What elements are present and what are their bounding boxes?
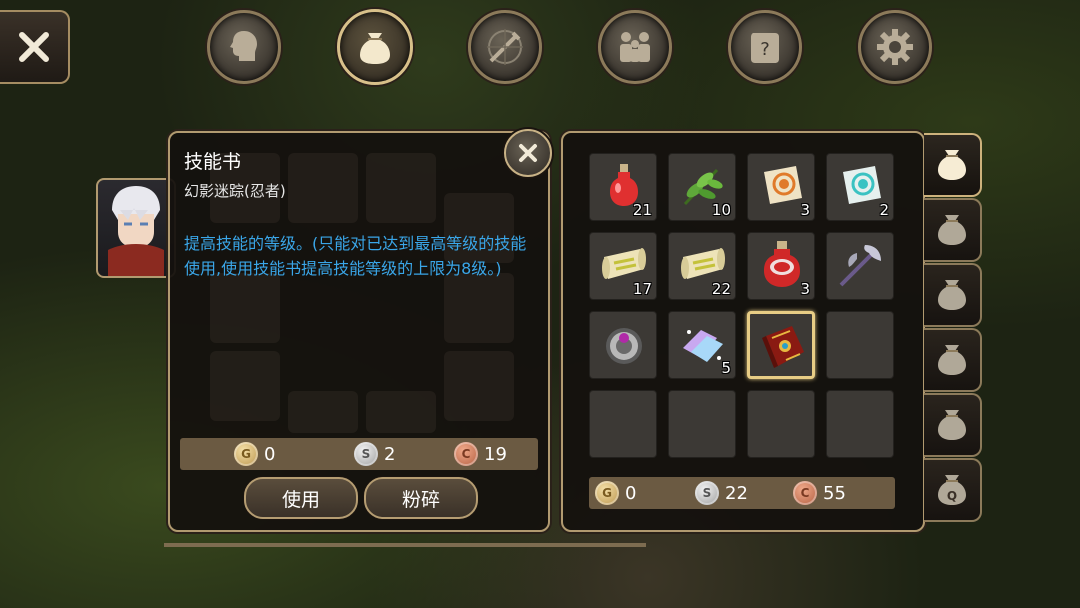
- ninja-avatar-icon: [108, 186, 164, 276]
- tab-settings[interactable]: [858, 10, 932, 84]
- item-quantity: 3: [800, 201, 810, 219]
- quest-bag-icon: Q: [938, 475, 966, 505]
- copper-amount: C 55: [793, 481, 846, 505]
- battle-axe-icon: [839, 245, 881, 287]
- head-profile-icon: [230, 31, 257, 61]
- gold-coin-icon: G: [234, 442, 258, 466]
- bag-tab-6[interactable]: Q: [924, 458, 982, 522]
- silver-value: 2: [384, 443, 396, 465]
- bag-tab-5[interactable]: [924, 393, 982, 457]
- bag-tab-1[interactable]: [924, 133, 982, 197]
- quest-scroll-icon: ?: [751, 33, 779, 63]
- gear-icon: [877, 29, 913, 65]
- tab-equipment[interactable]: [468, 10, 542, 84]
- gold-value: 0: [264, 443, 276, 465]
- item-quantity: 10: [711, 201, 731, 219]
- inventory-slot-yellow-scroll[interactable]: 17: [589, 232, 657, 300]
- item-name: 技能书: [184, 151, 242, 173]
- equipment-slot-ghost: [210, 351, 280, 421]
- inventory-slot-large-red-potion[interactable]: 3: [747, 232, 815, 300]
- inventory-slot-empty[interactable]: [668, 390, 736, 458]
- gold-amount: G 0: [180, 442, 354, 466]
- copper-value: 55: [823, 482, 846, 504]
- crush-button[interactable]: 粉碎: [364, 477, 478, 519]
- silver-amount: S 2: [354, 442, 454, 466]
- equipment-slot-ghost: [288, 153, 358, 223]
- bag-icon: [938, 150, 966, 180]
- inventory-money-bar: G 0 S 22 C 55: [589, 477, 895, 509]
- equipment-slot-ghost: [366, 153, 436, 223]
- inventory-panel: 21 10 3 2 17 22 3 5 G 0 S 22 C 55: [561, 131, 925, 532]
- item-skill-name: 幻影迷踪(忍者): [184, 182, 286, 200]
- silver-coin-icon: S: [354, 442, 378, 466]
- bag-tab-4[interactable]: [924, 328, 982, 392]
- skill-book-icon: [762, 326, 804, 368]
- item-detail-panel: 技能书 幻影迷踪(忍者) 提高技能的等级。(只能对已达到最高等级的技能使用,使用…: [168, 131, 550, 532]
- inventory-slot-empty[interactable]: [826, 390, 894, 458]
- inventory-slot-skill-book[interactable]: [747, 311, 815, 379]
- gold-value: 0: [625, 482, 637, 504]
- close-icon: [519, 144, 537, 162]
- equipment-slot-ghost: [210, 273, 280, 343]
- item-quantity: 2: [879, 201, 889, 219]
- bottom-divider: [164, 543, 646, 547]
- character-portrait[interactable]: [96, 178, 176, 278]
- quest-bag-label: Q: [947, 489, 957, 503]
- detail-close-button[interactable]: [504, 129, 552, 177]
- equipment-slot-ghost: [444, 351, 514, 421]
- copper-coin-icon: C: [454, 442, 478, 466]
- inventory-slot-blue-map-scroll[interactable]: 2: [826, 153, 894, 221]
- equipment-slot-ghost: [444, 273, 514, 343]
- gold-amount: G 0: [589, 481, 695, 505]
- bag-icon: [360, 33, 390, 64]
- tab-bag[interactable]: [337, 9, 413, 85]
- compass-sword-icon: [487, 29, 523, 65]
- purple-gem-ring-icon: [606, 328, 642, 364]
- inventory-slot-purple-gem-ring[interactable]: [589, 311, 657, 379]
- inventory-slot-red-potion[interactable]: 21: [589, 153, 657, 221]
- tab-quest[interactable]: ?: [728, 10, 802, 84]
- inventory-slot-empty[interactable]: [589, 390, 657, 458]
- inventory-slot-orange-map-scroll[interactable]: 3: [747, 153, 815, 221]
- tab-character[interactable]: [207, 10, 281, 84]
- item-quantity: 22: [711, 280, 731, 298]
- item-description: 提高技能的等级。(只能对已达到最高等级的技能使用,使用技能书提高技能等级的上限为…: [184, 234, 527, 278]
- close-button[interactable]: [0, 10, 70, 84]
- silver-amount: S 22: [695, 481, 793, 505]
- item-quantity: 17: [632, 280, 652, 298]
- inventory-slot-empty[interactable]: [747, 390, 815, 458]
- bag-tab-2[interactable]: [924, 198, 982, 262]
- equipment-slot-ghost: [366, 391, 436, 433]
- copper-coin-icon: C: [793, 481, 817, 505]
- tab-party[interactable]: [598, 10, 672, 84]
- inventory-slot-green-herb[interactable]: 10: [668, 153, 736, 221]
- silver-coin-icon: S: [695, 481, 719, 505]
- bag-icon: [938, 280, 966, 310]
- bag-tab-3[interactable]: [924, 263, 982, 327]
- people-icon: [620, 32, 650, 62]
- inventory-slot-battle-axe[interactable]: [826, 232, 894, 300]
- item-quantity: 21: [632, 201, 652, 219]
- item-price-bar: G 0 S 2 C 19: [180, 438, 538, 470]
- copper-value: 19: [484, 443, 507, 465]
- inventory-slot-crystal-shards[interactable]: 5: [668, 311, 736, 379]
- close-icon: [19, 32, 49, 62]
- equipment-slot-ghost: [288, 391, 358, 433]
- item-quantity: 5: [721, 359, 731, 377]
- copper-amount: C 19: [454, 442, 507, 466]
- inventory-slot-yellow-scroll[interactable]: 22: [668, 232, 736, 300]
- item-quantity: 3: [800, 280, 810, 298]
- use-button[interactable]: 使用: [244, 477, 358, 519]
- bag-icon: [938, 345, 966, 375]
- bag-icon: [938, 215, 966, 245]
- inventory-slot-empty[interactable]: [826, 311, 894, 379]
- silver-value: 22: [725, 482, 748, 504]
- bag-icon: [938, 410, 966, 440]
- gold-coin-icon: G: [595, 481, 619, 505]
- svg-text:?: ?: [760, 39, 770, 60]
